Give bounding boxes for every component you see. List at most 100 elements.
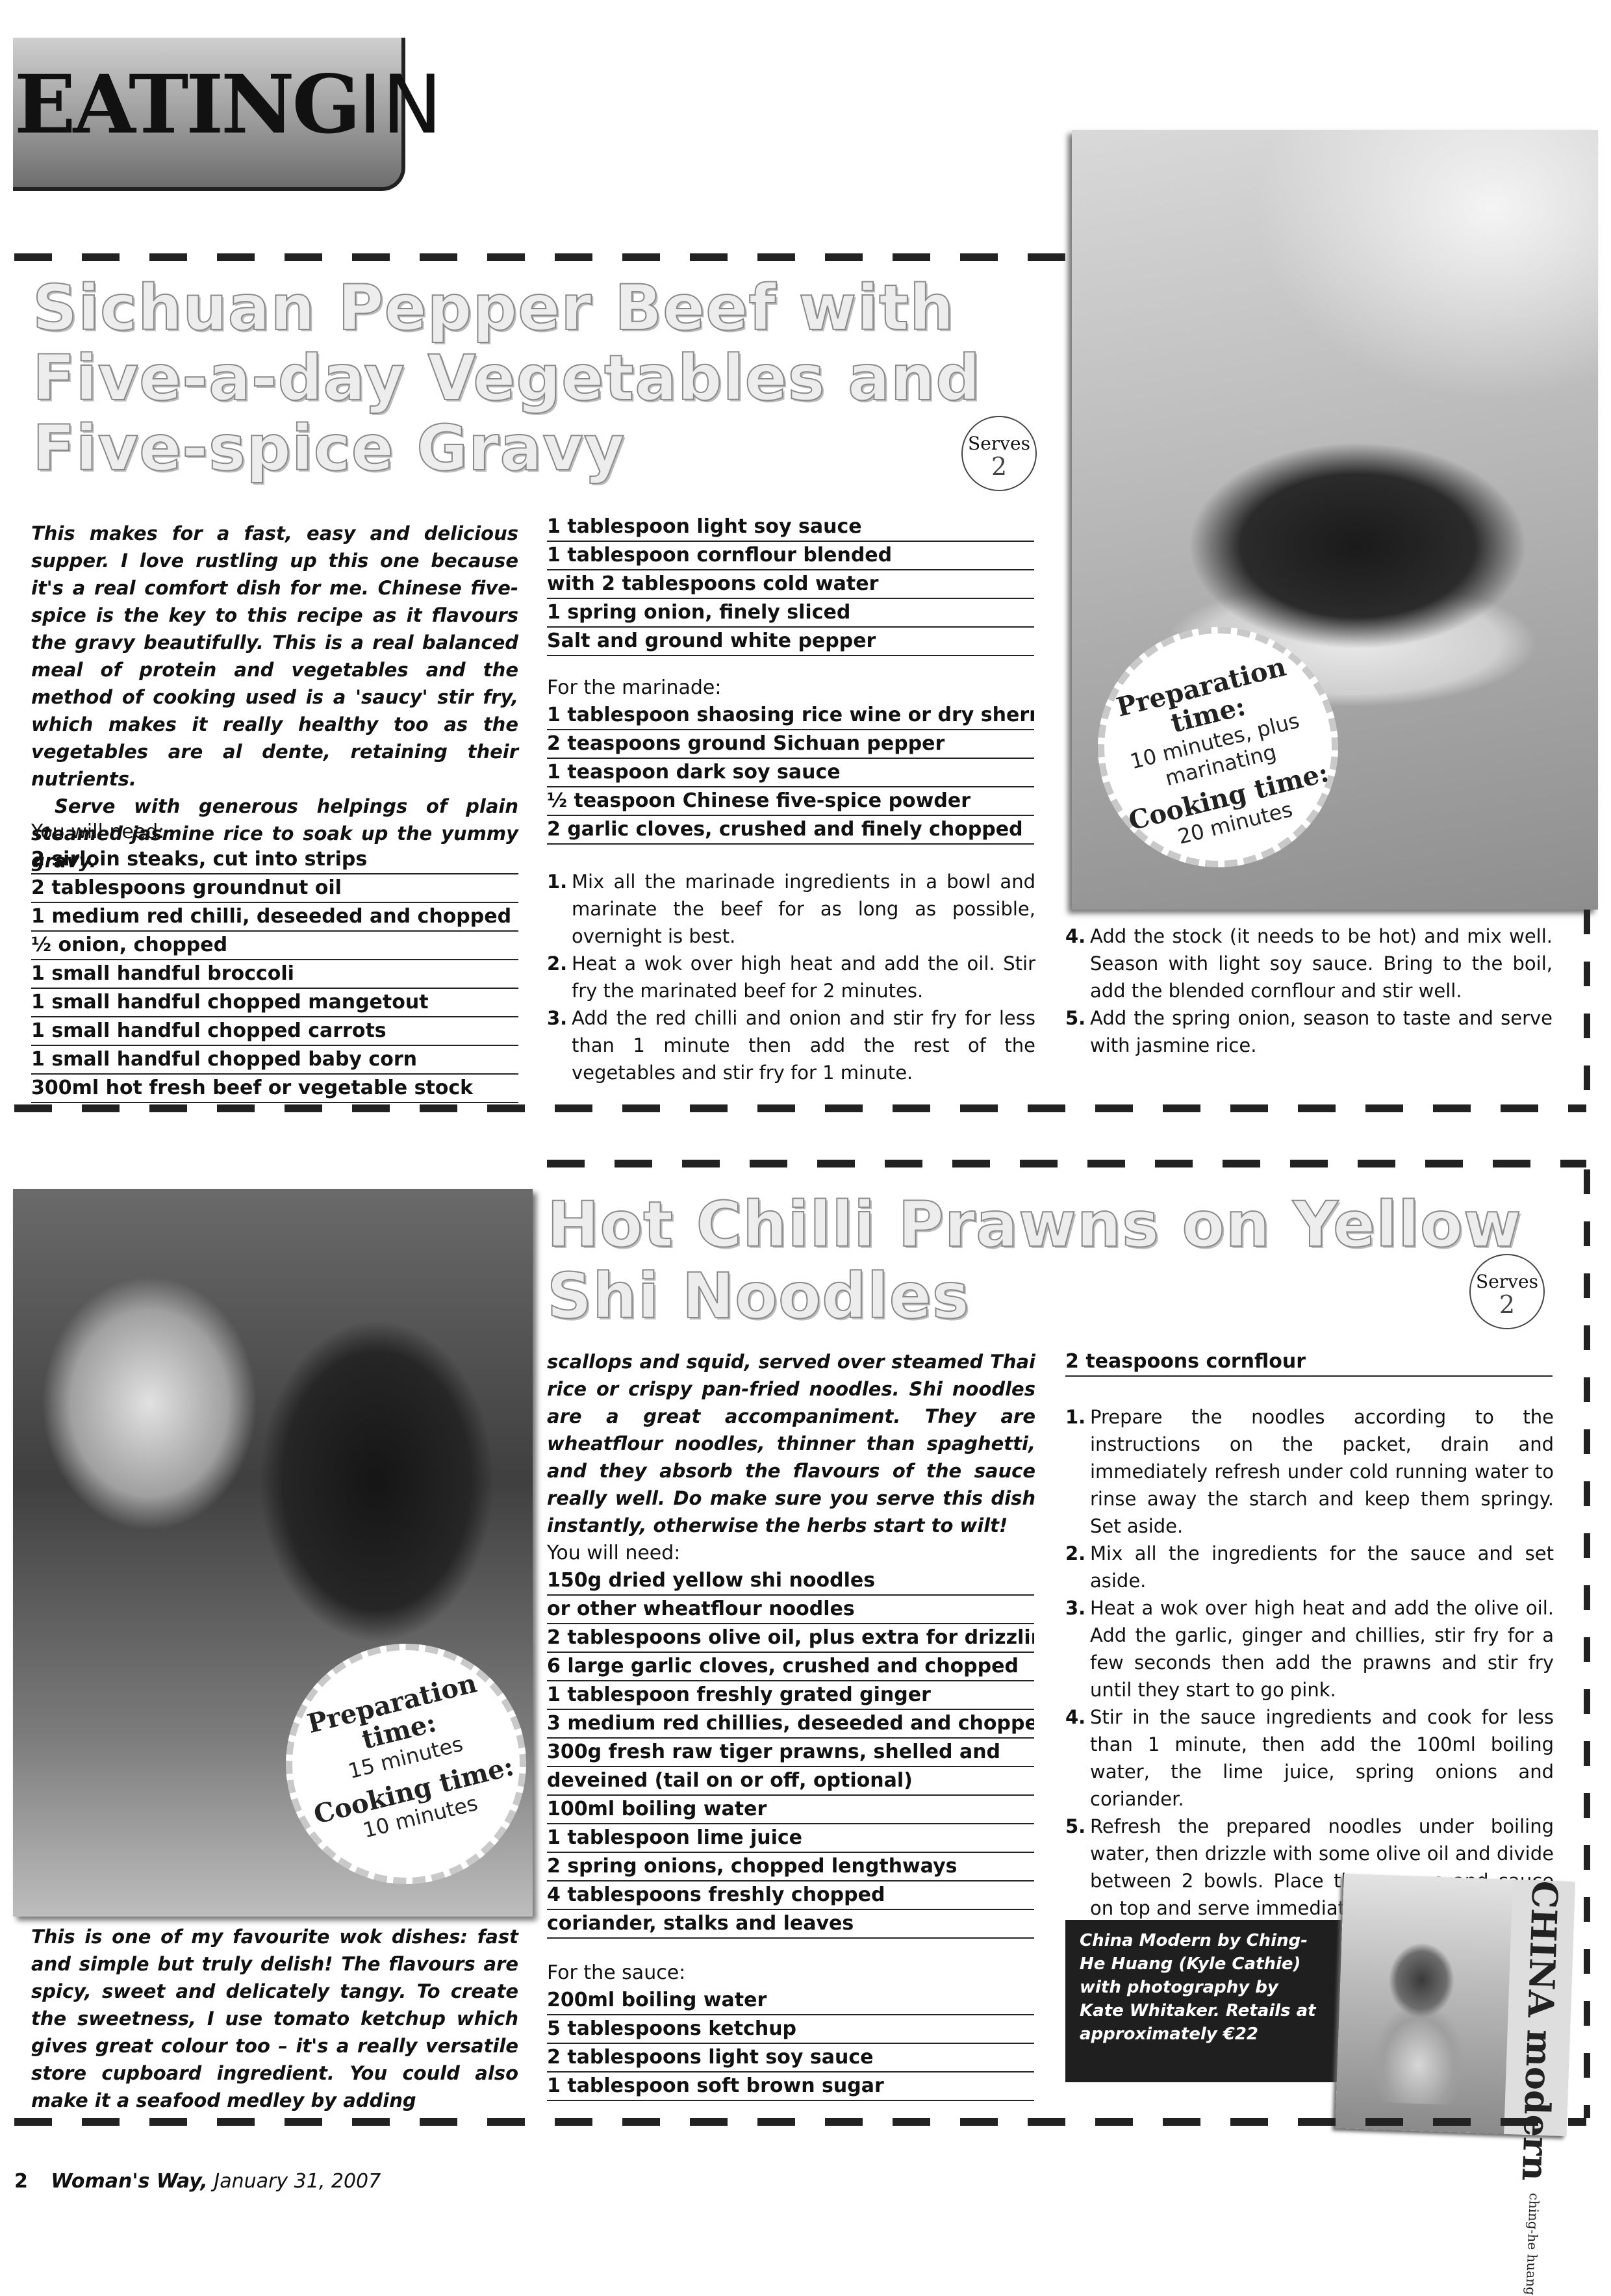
magazine-name: Woman's Way,: [51, 2170, 208, 2193]
method-step: 5. Add the spring onion, season to taste …: [1065, 1004, 1553, 1059]
marinade-heading: For the marinade:: [547, 676, 722, 699]
step-text: Stir in the sauce ingredients and cook f…: [1090, 1706, 1554, 1810]
ingredient-item: coriander, stalks and leaves: [547, 1910, 1034, 1939]
recipe2-title-line: Shi Noodles: [546, 1260, 970, 1333]
ingredient-item: 300ml hot fresh beef or vegetable stock: [31, 1075, 518, 1103]
ingredient-item: Salt and ground white pepper: [547, 628, 1034, 656]
ingredient-item: 1 teaspoon dark soy sauce: [547, 759, 1034, 787]
ingredient-item: 4 tablespoons freshly chopped: [547, 1881, 1034, 1910]
recipe1-ingredients-continued: 1 tablespoon light soy sauce 1 tablespoon…: [547, 513, 1034, 845]
ingredient-item: 150g dried yellow shi noodles: [547, 1567, 1034, 1596]
ingredient-item: 2 garlic cloves, crushed and finely chop…: [547, 816, 1034, 845]
step-number: 4.: [1065, 925, 1086, 947]
ingredient-item: deveined (tail on or off, optional): [547, 1767, 1034, 1796]
recipe1-title-line: Five-spice Gravy: [32, 412, 626, 485]
divider-bottom: [14, 2118, 1586, 2126]
serves-value: 2: [991, 452, 1008, 481]
recipe2-ingredients-continued: 2 teaspoons cornflour: [1065, 1348, 1553, 1377]
recipe2-intro-a: This is one of my favourite wok dishes: …: [31, 1923, 518, 2114]
intro-paragraph: This makes for a fast, easy and deliciou…: [31, 522, 518, 790]
ingredient-item: 1 small handful broccoli: [31, 960, 518, 989]
ingredient-item: 1 tablespoon lime juice: [547, 1824, 1034, 1853]
divider-top: [14, 253, 1070, 261]
ingredients-heading: You will need:: [31, 821, 165, 843]
ingredient-item: 1 tablespoon shaosing rice wine or dry s…: [547, 702, 1034, 730]
step-text: Add the stock (it needs to be hot) and m…: [1090, 925, 1553, 1002]
method-step: 1. Mix all the marinade ingredients in a …: [547, 868, 1035, 950]
ingredient-item: 3 medium red chillies, deseeded and chop…: [547, 1710, 1034, 1739]
author-portrait: [1362, 1933, 1478, 2106]
ingredient-item: 1 tablespoon soft brown sugar: [547, 2073, 1034, 2101]
divider-right-1: [1584, 910, 1590, 1098]
method-step: 2. Mix all the ingredients for the sauce …: [1065, 1540, 1554, 1594]
method-step: 1. Prepare the noodles according to the i…: [1065, 1403, 1554, 1540]
method-step: 4. Stir in the sauce ingredients and cook…: [1065, 1703, 1554, 1813]
recipe2-method: 1. Prepare the noodles according to the i…: [1065, 1403, 1554, 1922]
ingredient-item: 5 tablespoons ketchup: [547, 2015, 1034, 2044]
step-number: 5.: [1065, 1815, 1086, 1837]
recipe1-title-line: Five-a-day Vegetables and: [32, 342, 981, 415]
ingredient-item: ½ teaspoon Chinese five-spice powder: [547, 787, 1034, 816]
ingredient-item: 100ml boiling water: [547, 1796, 1034, 1824]
step-text: Heat a wok over high heat and add the oi…: [572, 952, 1035, 1002]
recipe1-method-b: 4. Add the stock (it needs to be hot) and…: [1065, 923, 1553, 1059]
ingredient-item: ½ onion, chopped: [31, 932, 518, 960]
ingredient-item: with 2 tablespoons cold water: [547, 570, 1034, 599]
ingredients-heading: You will need:: [547, 1542, 681, 1564]
book-author: ching-he huang: [1523, 2193, 1542, 2296]
book-cover: CHINA modern ching-he huang: [1335, 1873, 1575, 2295]
ingredient-item: 2 tablespoons light soy sauce: [547, 2044, 1034, 2073]
step-text: Heat a wok over high heat and add the ol…: [1090, 1597, 1554, 1701]
ingredient-item: 1 small handful chopped carrots: [31, 1017, 518, 1046]
step-number: 2.: [1065, 1542, 1086, 1564]
step-text: Prepare the noodles according to the ins…: [1090, 1406, 1554, 1537]
recipe2-title-line: Hot Chilli Prawns on Yellow: [546, 1188, 1522, 1261]
ingredient-item: 1 spring onion, finely sliced: [547, 599, 1034, 628]
page-footer: 2 Woman's Way, January 31, 2007: [14, 2170, 381, 2193]
divider-right-2: [1584, 1169, 1590, 2118]
step-number: 5.: [1065, 1007, 1086, 1029]
recipe2-ingredients: You will need: 150g dried yellow shi noo…: [547, 1540, 1034, 2101]
method-step: 3. Add the red chilli and onion and stir …: [547, 1004, 1035, 1086]
step-text: Add the red chilli and onion and stir fr…: [572, 1007, 1035, 1084]
recipe1-title-line: Sichuan Pepper Beef with: [32, 272, 955, 344]
book-credit: China Modern by Ching-He Huang (Kyle Cat…: [1065, 1920, 1341, 2082]
divider-recipe2-top: [547, 1160, 1586, 1167]
step-text: Mix all the ingredients for the sauce an…: [1090, 1542, 1554, 1592]
ingredient-item: 2 tablespoons groundnut oil: [31, 874, 518, 903]
serves-label: Serves: [968, 433, 1030, 454]
sauce-heading: For the sauce:: [547, 1961, 686, 1984]
issue-date: January 31, 2007: [214, 2170, 381, 2193]
section-title-bold: EATING: [14, 58, 361, 152]
step-number: 3.: [547, 1007, 568, 1029]
ingredient-item: 1 small handful chopped baby corn: [31, 1046, 518, 1075]
ingredient-item: 2 teaspoons ground Sichuan pepper: [547, 730, 1034, 759]
ingredient-item: or other wheatflour noodles: [547, 1596, 1034, 1624]
recipe1-ingredients: You will need: 2 sirloin steaks, cut int…: [31, 819, 518, 1103]
step-number: 1.: [1065, 1406, 1086, 1428]
serves-value: 2: [1499, 1290, 1516, 1319]
method-step: 4. Add the stock (it needs to be hot) and…: [1065, 923, 1553, 1004]
recipe1-serves-badge: Serves 2: [961, 416, 1037, 491]
ingredient-item: 1 tablespoon freshly grated ginger: [547, 1681, 1034, 1710]
method-step: 3. Heat a wok over high heat and add the …: [1065, 1594, 1554, 1703]
ingredient-item: 200ml boiling water: [547, 1987, 1034, 2015]
ingredient-item: 2 teaspoons cornflour: [1065, 1348, 1553, 1377]
recipe2-time-stamp: Preparation time: 15 minutes Cooking tim…: [286, 1644, 526, 1884]
intro-paragraph: This is one of my favourite wok dishes: …: [31, 1926, 518, 2111]
ingredient-item: 1 tablespoon light soy sauce: [547, 513, 1034, 542]
ingredient-item: 6 large garlic cloves, crushed and chopp…: [547, 1653, 1034, 1681]
method-step: 2. Heat a wok over high heat and add the …: [547, 950, 1035, 1004]
ingredient-item: 2 spring onions, chopped lengthways: [547, 1853, 1034, 1881]
page-number: 2: [14, 2170, 28, 2193]
divider-middle: [14, 1104, 1586, 1112]
section-title: EATINGIN: [14, 60, 442, 151]
step-text: Mix all the marinade ingredients in a bo…: [572, 871, 1035, 947]
recipe2-serves-badge: Serves 2: [1469, 1254, 1545, 1329]
recipe2-title: Hot Chilli Prawns on Yellow Shi Noodles: [546, 1188, 1522, 1333]
intro-paragraph: scallops and squid, served over steamed …: [547, 1351, 1035, 1537]
ingredient-item: 300g fresh raw tiger prawns, shelled and: [547, 1739, 1034, 1767]
recipe1-title: Sichuan Pepper Beef with Five-a-day Vege…: [32, 272, 1020, 485]
book-spine: CHINA modern ching-he huang: [1504, 1879, 1575, 2295]
ingredient-item: 2 sirloin steaks, cut into strips: [31, 846, 518, 874]
